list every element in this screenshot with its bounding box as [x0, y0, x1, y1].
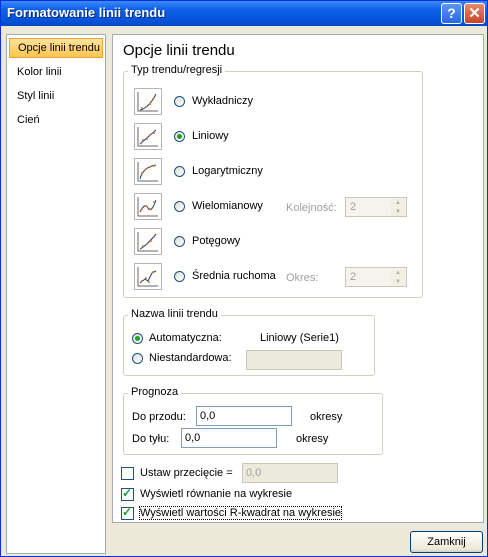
automatic-name-radio[interactable] [132, 333, 143, 344]
custom-name-label: Niestandardowa: [149, 352, 232, 364]
options-panel: Opcje linii trendu Typ trendu/regresji W… [112, 34, 484, 523]
moving-average-icon [134, 263, 162, 290]
sidebar-item-line-color[interactable]: Kolor linii [9, 62, 103, 82]
spin-up-icon[interactable]: ▲ [391, 199, 405, 207]
automatic-name-value: Liniowy (Serie1) [260, 332, 339, 344]
period-label: Okres: [286, 272, 319, 284]
sidebar-item-line-style[interactable]: Styl linii [9, 86, 103, 106]
order-label: Kolejność: [286, 202, 337, 214]
spin-down-icon[interactable]: ▼ [391, 278, 405, 286]
trend-type-group: Typ trendu/regresji [123, 64, 423, 298]
sidebar-item-shadow[interactable]: Cień [9, 110, 103, 130]
linear-trend-icon [134, 123, 162, 150]
order-stepper[interactable]: 2 ▲ ▼ [345, 197, 407, 217]
backward-input[interactable]: 0,0 [181, 428, 277, 448]
polynomial-label: Wielomianowy [192, 200, 263, 212]
close-button[interactable]: Zamknij [410, 531, 483, 553]
intercept-checkbox[interactable] [121, 467, 134, 480]
trend-type-legend: Typ trendu/regresji [128, 64, 226, 76]
show-r-squared-label: Wyświetl wartości R-kwadrat na wykresie [138, 506, 343, 520]
logarithmic-label: Logarytmiczny [192, 165, 263, 177]
polynomial-trend-icon [134, 193, 162, 220]
logarithmic-trend-icon [134, 158, 162, 185]
logarithmic-radio[interactable] [174, 166, 185, 177]
dialog-window: Formatowanie linii trendu ? ✕ Opcje lini… [0, 0, 488, 557]
window-title: Formatowanie linii trendu [7, 5, 166, 20]
forward-unit: okresy [310, 411, 343, 423]
intercept-label: Ustaw przecięcie = [140, 467, 233, 479]
forward-label: Do przodu: [132, 411, 186, 423]
linear-label: Liniowy [192, 130, 229, 142]
exponential-label: Wykładniczy [192, 95, 254, 107]
intercept-input[interactable]: 0,0 [242, 463, 338, 483]
period-stepper[interactable]: 2 ▲ ▼ [345, 267, 407, 287]
power-radio[interactable] [174, 236, 185, 247]
forward-input[interactable]: 0,0 [196, 406, 292, 426]
show-r-squared-checkbox[interactable] [121, 505, 134, 520]
exponential-trend-icon [134, 88, 162, 115]
custom-name-radio[interactable] [132, 353, 143, 364]
show-equation-label: Wyświetl równanie na wykresie [140, 488, 293, 500]
sidebar-item-trendline-options[interactable]: Opcje linii trendu [9, 38, 103, 58]
exponential-radio[interactable] [174, 96, 185, 107]
linear-radio[interactable] [174, 131, 185, 142]
custom-name-input[interactable] [246, 350, 342, 370]
power-label: Potęgowy [192, 235, 241, 247]
trendline-name-legend: Nazwa linii trendu [128, 308, 221, 320]
backward-unit: okresy [296, 433, 329, 445]
backward-label: Do tyłu: [132, 433, 170, 445]
page-title: Opcje linii trendu [123, 42, 235, 59]
power-trend-icon [134, 228, 162, 255]
spin-down-icon[interactable]: ▼ [391, 208, 405, 216]
moving-average-label: Średnia ruchoma [192, 270, 276, 282]
automatic-name-label: Automatyczna: [149, 332, 222, 344]
moving-average-radio[interactable] [174, 271, 185, 282]
order-value: 2 [350, 201, 357, 213]
polynomial-radio[interactable] [174, 201, 185, 212]
forecast-legend: Prognoza [128, 386, 182, 398]
title-bar[interactable]: Formatowanie linii trendu ? ✕ [1, 1, 487, 26]
spin-up-icon[interactable]: ▲ [391, 269, 405, 277]
show-equation-checkbox[interactable] [121, 486, 134, 501]
help-icon[interactable]: ? [441, 3, 462, 24]
period-value: 2 [350, 271, 357, 283]
close-icon[interactable]: ✕ [464, 3, 485, 24]
sidebar: Opcje linii trendu Kolor linii Styl lini… [6, 34, 106, 554]
